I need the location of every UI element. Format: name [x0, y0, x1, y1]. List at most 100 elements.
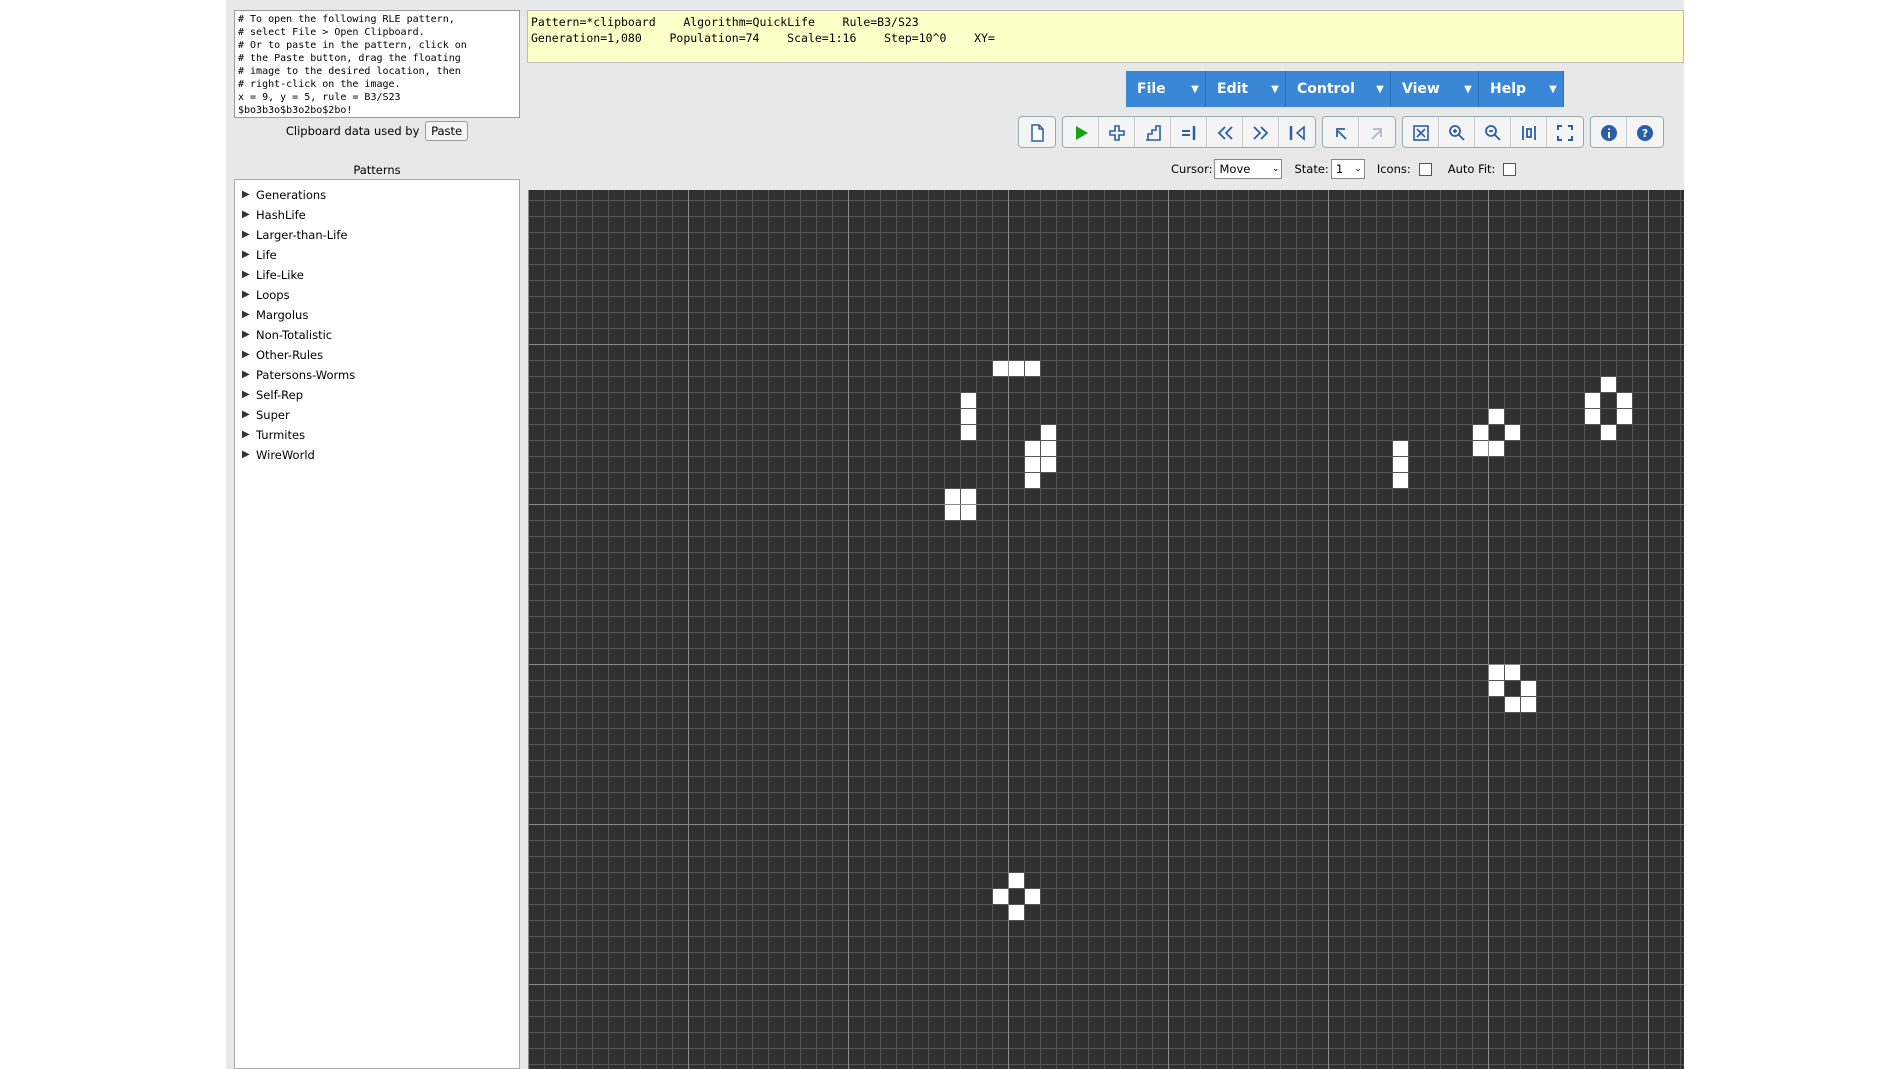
pattern-folder-larger-than-life[interactable]: ▶ Larger-than-Life — [235, 225, 519, 245]
step-to-end-icon — [1181, 126, 1195, 140]
step-plus-button[interactable] — [1099, 117, 1135, 147]
fit-button[interactable] — [1403, 117, 1439, 147]
live-cell — [1617, 393, 1632, 408]
live-cell — [1025, 361, 1040, 376]
play-button[interactable] — [1063, 117, 1099, 147]
pattern-folder-life-like[interactable]: ▶ Life-Like — [235, 265, 519, 285]
expand-triangle-icon: ▶ — [242, 429, 250, 440]
live-cell — [1473, 425, 1488, 440]
autofit-label: Auto Fit: — [1447, 162, 1496, 176]
svg-text:?: ? — [1642, 127, 1648, 140]
live-cell — [1521, 697, 1536, 712]
pattern-folder-other-rules[interactable]: ▶ Other-Rules — [235, 345, 519, 365]
pattern-folder-label: Non-Totalistic — [256, 328, 333, 342]
reset-icon — [1289, 125, 1305, 141]
pattern-folder-label: Larger-than-Life — [256, 228, 348, 242]
cursor-mode-select[interactable]: Move ⌄ — [1214, 159, 1283, 179]
expand-triangle-icon: ▶ — [242, 229, 250, 240]
live-cell — [1393, 441, 1408, 456]
expand-triangle-icon: ▶ — [242, 309, 250, 320]
live-cell — [1585, 393, 1600, 408]
pattern-folder-self-rep[interactable]: ▶ Self-Rep — [235, 385, 519, 405]
menu-label: Control — [1297, 81, 1355, 97]
pattern-folder-margolus[interactable]: ▶ Margolus — [235, 305, 519, 325]
autofit-checkbox[interactable] — [1503, 162, 1517, 176]
pattern-folder-label: Life-Like — [256, 268, 304, 282]
middle-icon — [1521, 126, 1536, 140]
icons-label: Icons: — [1376, 162, 1411, 176]
pattern-folder-wireworld[interactable]: ▶ WireWorld — [235, 445, 519, 465]
menu-help[interactable]: Help ▼ — [1479, 71, 1564, 107]
pattern-folder-generations[interactable]: ▶ Generations — [235, 185, 519, 205]
live-cell — [1489, 665, 1504, 680]
toolbar-group: ? — [1590, 116, 1664, 148]
reset-button[interactable] — [1279, 117, 1315, 147]
clipboard-row: Clipboard data used by Paste — [234, 121, 520, 141]
pattern-folder-non-totalistic[interactable]: ▶ Non-Totalistic — [235, 325, 519, 345]
slower-button[interactable] — [1207, 117, 1243, 147]
life-grid-canvas[interactable] — [528, 190, 1684, 1069]
pattern-folder-label: Margolus — [256, 308, 309, 322]
icons-checkbox[interactable] — [1418, 162, 1432, 176]
pattern-folder-label: HashLife — [256, 208, 306, 222]
expand-triangle-icon: ▶ — [242, 249, 250, 260]
zoom-in-icon — [1448, 125, 1465, 141]
faster-button[interactable] — [1243, 117, 1279, 147]
live-cell — [961, 393, 976, 408]
live-cell — [1041, 457, 1056, 472]
live-cell — [1009, 873, 1024, 888]
menu-edit[interactable]: Edit ▼ — [1206, 71, 1286, 107]
zoom-in-button[interactable] — [1439, 117, 1475, 147]
pattern-folder-life[interactable]: ▶ Life — [235, 245, 519, 265]
pattern-folder-label: Loops — [256, 288, 290, 302]
live-cell — [961, 409, 976, 424]
menu-control[interactable]: Control ▼ — [1286, 71, 1391, 107]
step-button[interactable] — [1135, 117, 1171, 147]
menu-label: View — [1402, 81, 1440, 97]
pattern-folder-label: Life — [256, 248, 277, 262]
help-button[interactable]: ? — [1627, 117, 1663, 147]
pattern-folder-super[interactable]: ▶ Super — [235, 405, 519, 425]
pattern-folder-loops[interactable]: ▶ Loops — [235, 285, 519, 305]
live-cell — [1489, 681, 1504, 696]
expand-triangle-icon: ▶ — [242, 209, 250, 220]
pattern-folder-turmites[interactable]: ▶ Turmites — [235, 425, 519, 445]
new-pattern-button[interactable] — [1019, 117, 1055, 147]
menu-file[interactable]: File ▼ — [1126, 71, 1206, 107]
expand-triangle-icon: ▶ — [242, 409, 250, 420]
dropdown-arrow-icon: ▼ — [1549, 83, 1557, 95]
step-icon — [1145, 125, 1161, 141]
pattern-folder-hashlife[interactable]: ▶ HashLife — [235, 205, 519, 225]
live-cell — [1585, 409, 1600, 424]
new-pattern-icon — [1031, 124, 1044, 142]
chevron-down-icon: ⌄ — [1271, 164, 1280, 174]
pattern-folder-label: Patersons-Worms — [256, 368, 356, 382]
edit-controls: Cursor: Move ⌄ State: 1 ⌄ Icons: Auto Fit: — [1171, 158, 1532, 180]
menu-bar: File ▼ Edit ▼ Control ▼ View ▼ Help ▼ — [1126, 71, 1564, 107]
expand-triangle-icon: ▶ — [242, 369, 250, 380]
live-cell — [1009, 905, 1024, 920]
live-cell — [945, 505, 960, 520]
pattern-folder-patersons-worms[interactable]: ▶ Patersons-Worms — [235, 365, 519, 385]
step-to-end-button[interactable] — [1171, 117, 1207, 147]
info-button[interactable] — [1591, 117, 1627, 147]
full-screen-button[interactable] — [1547, 117, 1583, 147]
chevron-down-icon: ⌄ — [1354, 164, 1362, 174]
state-select[interactable]: 1 ⌄ — [1330, 159, 1365, 179]
middle-button[interactable] — [1511, 117, 1547, 147]
clipboard-text-area[interactable]: # To open the following RLE pattern, # s… — [234, 10, 520, 118]
paste-button[interactable]: Paste — [425, 121, 469, 141]
clipboard-used-by-label: Clipboard data used by — [285, 124, 420, 138]
live-cell — [1505, 697, 1520, 712]
menu-view[interactable]: View ▼ — [1391, 71, 1479, 107]
live-cell — [1505, 425, 1520, 440]
faster-icon — [1252, 126, 1268, 140]
expand-triangle-icon: ▶ — [242, 269, 250, 280]
live-cell — [1473, 441, 1488, 456]
slower-icon — [1217, 126, 1233, 140]
live-cell — [1521, 681, 1536, 696]
undo-button[interactable] — [1323, 117, 1359, 147]
zoom-out-button[interactable] — [1475, 117, 1511, 147]
toolbar: ? — [1018, 116, 1670, 148]
live-cell — [993, 889, 1008, 904]
